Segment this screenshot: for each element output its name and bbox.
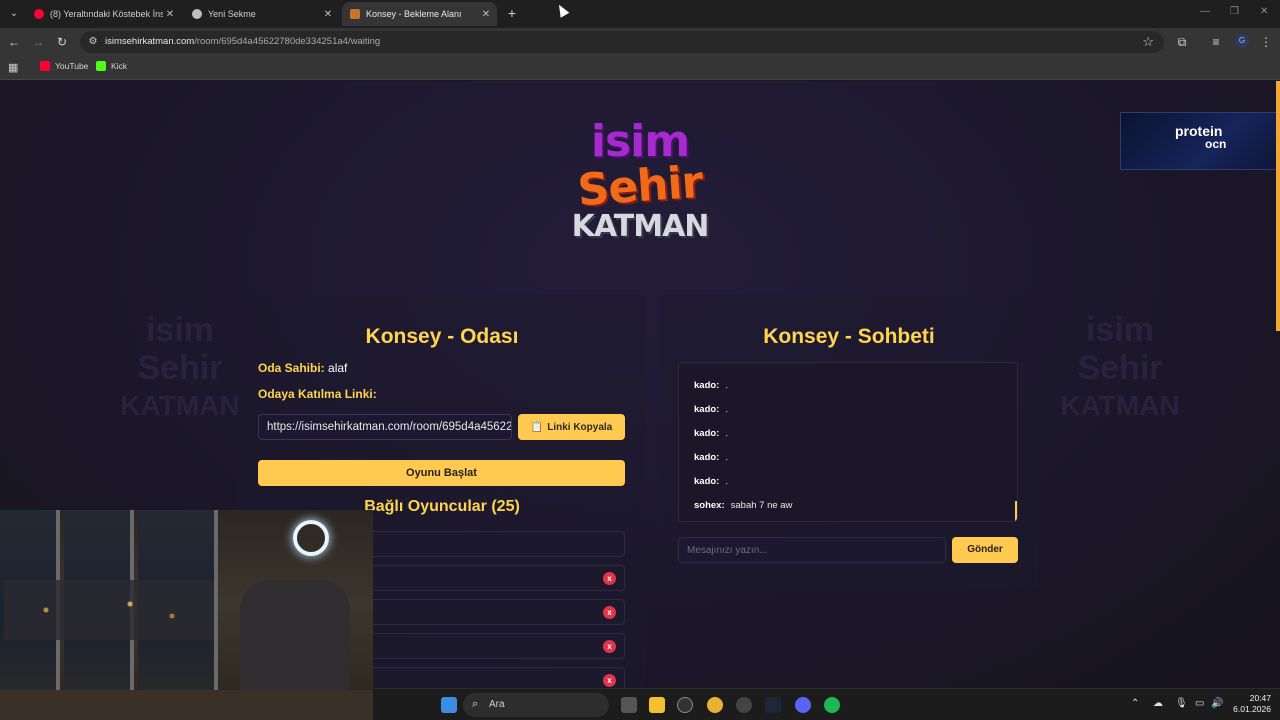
restore-icon[interactable]: ❐ [1230, 6, 1239, 17]
youtube-favicon-icon [34, 9, 44, 19]
file-explorer-icon[interactable] [649, 697, 665, 713]
close-tab-icon[interactable]: ✕ [479, 9, 493, 20]
back-icon[interactable]: ← [6, 34, 22, 50]
system-clock[interactable]: 20:47 6.01.2026 [1227, 693, 1271, 715]
chat-message: kado:. [694, 380, 728, 391]
page-scrollbar[interactable] [1276, 81, 1280, 331]
new-tab-button[interactable]: + [504, 5, 520, 21]
site-logo: isim Sehir KATMAN [571, 116, 710, 245]
taskbar-search[interactable]: ⌕ Ara [463, 693, 609, 717]
search-icon: ⌕ [472, 698, 479, 710]
chrome-icon[interactable] [707, 697, 723, 713]
close-tab-icon[interactable]: ✕ [163, 9, 177, 20]
floor [0, 690, 373, 720]
menu-icon[interactable]: ⋮ [1258, 34, 1274, 50]
tab-new-tab[interactable]: Yeni Sekme ✕ [184, 2, 339, 26]
bookmark-kick[interactable]: Kick [96, 61, 127, 71]
copy-link-button[interactable]: 📋 Linki Kopyala [518, 414, 625, 440]
microphone-icon[interactable]: 🎙 [1175, 698, 1188, 709]
onedrive-icon[interactable]: ☁ [1153, 698, 1163, 709]
app-icon[interactable] [677, 697, 693, 713]
kick-icon [96, 61, 106, 71]
chat-title: Konsey - Sohbeti [763, 325, 935, 348]
url-text[interactable]: isimsehirkatman.com/room/695d4a45622780d… [105, 36, 380, 47]
extensions-icon[interactable]: ⧉ [1174, 34, 1190, 50]
tab-title: Konsey - Bekleme Alanı [366, 9, 462, 19]
tab-title: Yeni Sekme [208, 9, 256, 19]
kick-player-button[interactable]: x [603, 606, 616, 619]
chat-panel: Konsey - Sohbeti kado:. kado:. kado:. ka… [660, 295, 1038, 591]
city-lights [4, 580, 214, 640]
close-window-icon[interactable]: ✕ [1260, 6, 1268, 17]
kick-player-button[interactable]: x [603, 572, 616, 585]
windows-taskbar: ⌕ Ara ⌃ ☁ 🎙 ▭ 🔊 20:47 6.01.2026 [373, 688, 1280, 720]
background-logo-left: isim Sehir KATMAN [120, 311, 240, 421]
address-bar[interactable]: ⚙ isimsehirkatman.com/room/695d4a4562278… [80, 31, 1164, 53]
bookmark-youtube[interactable]: YouTube [40, 61, 88, 71]
room-owner: Oda Sahibi: alaf [258, 361, 348, 375]
site-info-icon[interactable]: ⚙ [86, 35, 100, 49]
windows-start-icon[interactable] [441, 697, 457, 713]
join-link-label: Odaya Katılma Linki: [258, 387, 377, 401]
room-title: Konsey - Odası [365, 325, 519, 348]
browser-toolbar: ← → ↻ ⚙ isimsehirkatman.com/room/695d4a4… [0, 28, 1280, 56]
send-button[interactable]: Gönder [952, 537, 1018, 563]
discord-icon[interactable] [795, 697, 811, 713]
volume-icon[interactable]: 🔊 [1211, 698, 1223, 709]
chat-scrollbar[interactable] [1015, 501, 1017, 521]
apps-grid-icon[interactable]: ▦ [8, 61, 18, 74]
bookmarks-bar: ▦ YouTube Kick [0, 56, 1280, 80]
steam-icon[interactable] [765, 697, 781, 713]
site-favicon-icon [350, 9, 360, 19]
tab-youtube[interactable]: (8) Yeraltındaki Köstebek İnsanl ✕ [26, 2, 181, 26]
ring-light [293, 520, 329, 556]
chat-message-input[interactable]: Mesajınızı yazın... [678, 537, 946, 563]
promo-overlay: protein ocn [1120, 112, 1280, 170]
chatgpt-icon[interactable] [736, 697, 752, 713]
task-view-icon[interactable] [621, 697, 637, 713]
profile-avatar[interactable]: G [1235, 34, 1249, 48]
browser-tab-bar: ⌄ (8) Yeraltındaki Köstebek İnsanl ✕ Yen… [0, 0, 1280, 28]
chat-message: kado:. [694, 476, 728, 487]
join-link-field[interactable]: https://isimsehirkatman.com/room/695d4a4… [258, 414, 512, 440]
media-controls-icon[interactable]: ≡ [1208, 34, 1224, 50]
background-logo-right: isim Sehir KATMAN [1060, 311, 1180, 421]
forward-icon[interactable]: → [30, 34, 46, 50]
tab-konsey-waiting[interactable]: Konsey - Bekleme Alanı ✕ [342, 2, 497, 26]
tab-title: (8) Yeraltındaki Köstebek İnsanl [50, 9, 163, 19]
chat-message: sohex: sabah 7 ne aw [694, 500, 793, 511]
clipboard-icon: 📋 [530, 421, 544, 433]
chat-message: kado:. [694, 452, 728, 463]
spotify-icon[interactable] [824, 697, 840, 713]
chat-message: kado:. [694, 428, 728, 439]
display-icon[interactable]: ▭ [1195, 698, 1204, 709]
start-game-button[interactable]: Oyunu Başlat [258, 460, 625, 486]
minimize-icon[interactable]: — [1200, 6, 1210, 17]
close-tab-icon[interactable]: ✕ [321, 9, 335, 20]
youtube-icon [40, 61, 50, 71]
tray-overflow-icon[interactable]: ⌃ [1131, 698, 1139, 709]
kick-player-button[interactable]: x [603, 640, 616, 653]
reload-icon[interactable]: ↻ [54, 34, 70, 50]
kick-player-button[interactable]: x [603, 674, 616, 687]
chat-messages[interactable]: kado:. kado:. kado:. kado:. kado:. sohex… [678, 362, 1018, 522]
bookmark-star-icon[interactable]: ☆ [1142, 34, 1154, 50]
webcam-overlay [0, 510, 373, 720]
chrome-favicon-icon [192, 9, 202, 19]
tab-search-button[interactable]: ⌄ [5, 5, 23, 23]
chat-message: kado:. [694, 404, 728, 415]
